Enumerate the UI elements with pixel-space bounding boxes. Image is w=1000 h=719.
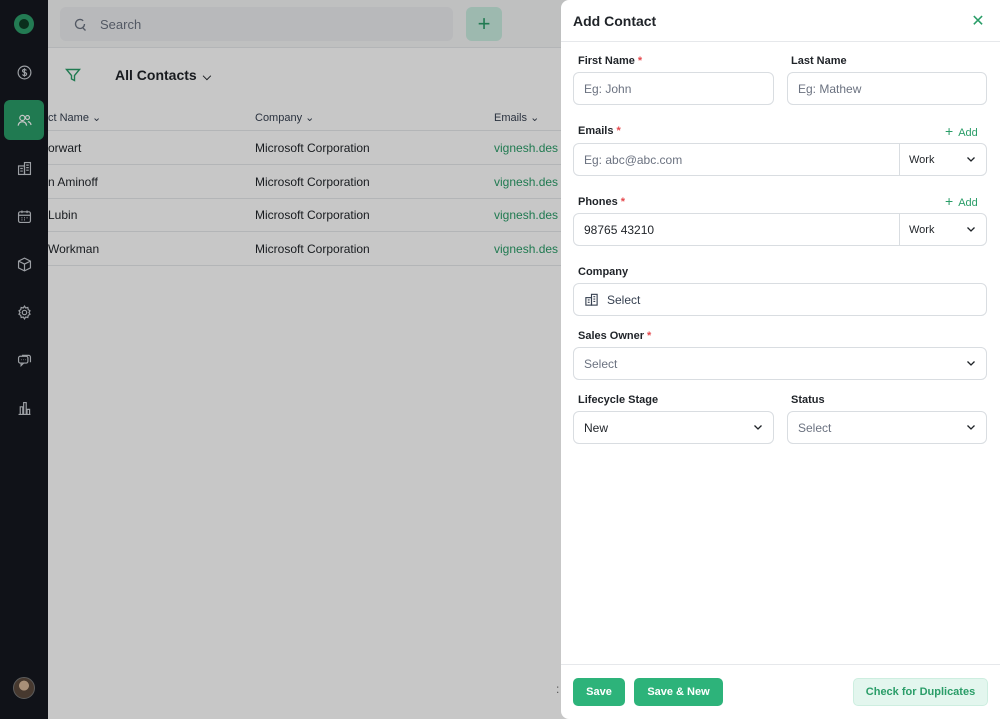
- drawer-header: Add Contact ✕: [561, 0, 1000, 42]
- sales-owner-label: Sales Owner *: [578, 330, 652, 342]
- scroll-indicator: :: [556, 682, 560, 696]
- status-select[interactable]: Select: [787, 411, 987, 444]
- save-and-new-button[interactable]: Save & New: [634, 678, 723, 706]
- emails-label: Emails *: [578, 125, 621, 137]
- last-name-field[interactable]: Eg: Mathew: [787, 72, 987, 105]
- last-name-label: Last Name: [791, 55, 847, 67]
- email-type-value: Work: [909, 153, 935, 166]
- phone-type-select[interactable]: Work: [899, 214, 986, 245]
- last-name-placeholder: Eg: Mathew: [798, 81, 862, 96]
- save-button[interactable]: Save: [573, 678, 625, 706]
- phone-type-value: Work: [909, 223, 935, 236]
- chevron-down-icon: [967, 227, 975, 232]
- check-duplicates-button[interactable]: Check for Duplicates: [853, 678, 988, 706]
- phones-label: Phones *: [578, 196, 626, 208]
- add-email-link[interactable]: + Add: [945, 123, 978, 139]
- company-placeholder: Select: [607, 292, 641, 307]
- email-field-group: Eg: abc@abc.com Work: [573, 143, 987, 176]
- plus-icon: +: [945, 193, 954, 209]
- close-icon[interactable]: ✕: [969, 12, 987, 30]
- phone-field-group: 98765 43210 Work: [573, 213, 987, 246]
- sales-owner-select[interactable]: Select: [573, 347, 987, 380]
- chevron-down-icon: [754, 425, 762, 430]
- status-label: Status: [791, 394, 825, 406]
- app: Search + All Contacts ⌵ ct Name ⌄ Company…: [0, 0, 1000, 719]
- chevron-down-icon: [967, 361, 975, 366]
- first-name-field[interactable]: Eg: John: [573, 72, 774, 105]
- email-field[interactable]: Eg: abc@abc.com: [574, 144, 682, 175]
- building-icon: [585, 293, 598, 306]
- lifecycle-stage-value: New: [584, 420, 609, 435]
- drawer-title: Add Contact: [573, 13, 657, 29]
- drawer-footer: Save Save & New Check for Duplicates: [561, 664, 1000, 719]
- status-placeholder: Select: [798, 420, 832, 435]
- lifecycle-stage-label: Lifecycle Stage: [578, 394, 659, 406]
- chevron-down-icon: [967, 425, 975, 430]
- plus-icon: +: [945, 123, 954, 139]
- phone-field[interactable]: 98765 43210: [574, 214, 654, 245]
- sales-owner-placeholder: Select: [584, 356, 618, 371]
- company-label: Company: [578, 266, 629, 278]
- first-name-placeholder: Eg: John: [584, 81, 632, 96]
- add-phone-link[interactable]: + Add: [945, 193, 978, 209]
- lifecycle-stage-select[interactable]: New: [573, 411, 774, 444]
- add-contact-drawer: Add Contact ✕ First Name * Eg: John Last …: [561, 0, 1000, 719]
- email-type-select[interactable]: Work: [899, 144, 986, 175]
- chevron-down-icon: [967, 157, 975, 162]
- first-name-label: First Name *: [578, 55, 643, 67]
- company-select[interactable]: Select: [573, 283, 987, 316]
